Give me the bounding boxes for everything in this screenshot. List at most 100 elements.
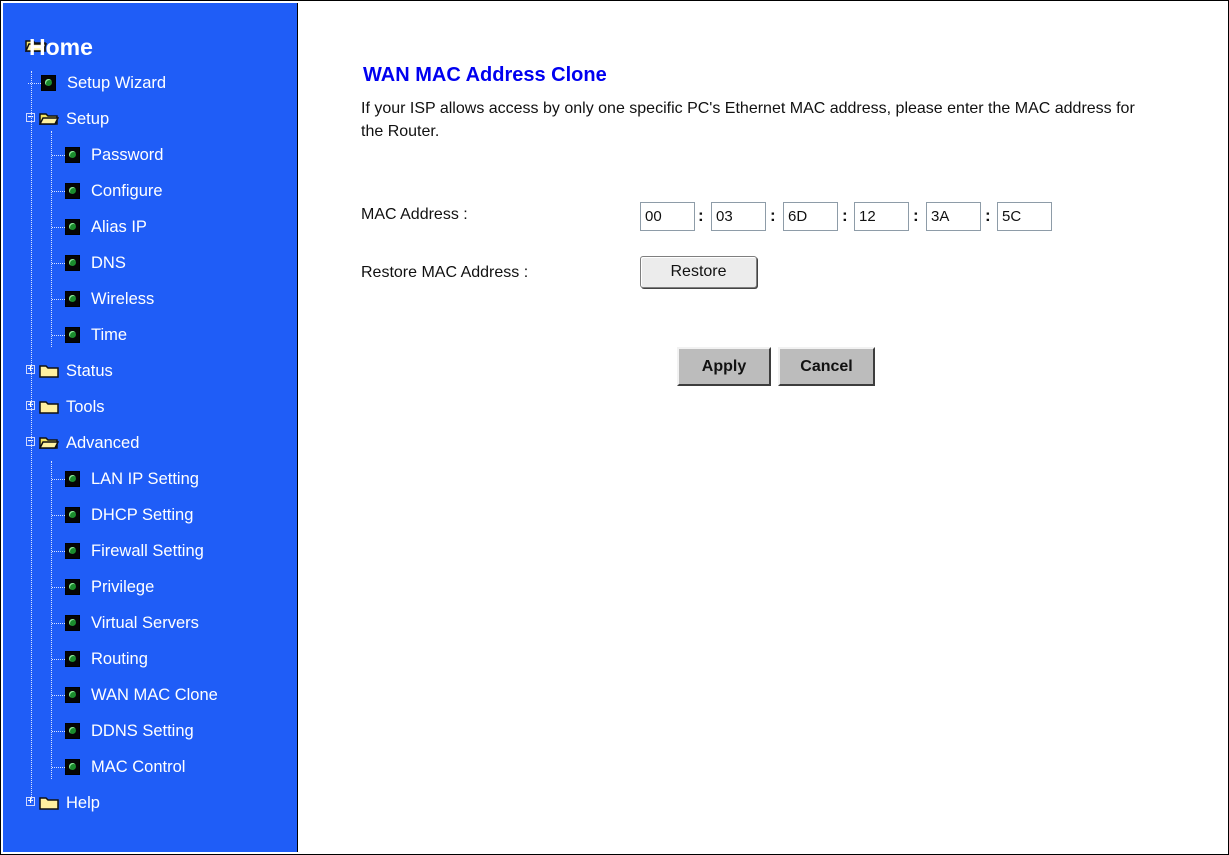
tree-connector <box>52 731 65 732</box>
nav-item-password[interactable]: Password <box>3 137 297 173</box>
tree-connector <box>52 479 65 480</box>
tree-connector <box>52 191 65 192</box>
nav-item-label: Help <box>66 794 100 812</box>
page-icon <box>65 507 80 523</box>
page-icon <box>65 147 80 163</box>
tree-connector <box>52 515 65 516</box>
tree-connector <box>52 155 65 156</box>
mac-octet-2[interactable] <box>711 202 766 231</box>
nav-item-routing[interactable]: Routing <box>3 641 297 677</box>
mac-separator: : <box>985 206 991 225</box>
nav-item-mac-control[interactable]: MAC Control <box>3 749 297 785</box>
tree-connector <box>52 263 65 264</box>
nav-item-wan-mac-clone[interactable]: WAN MAC Clone <box>3 677 297 713</box>
page-icon <box>65 723 80 739</box>
page-icon <box>65 579 80 595</box>
nav-item-label: Setup <box>66 110 110 128</box>
nav-item-label: MAC Control <box>91 758 186 776</box>
folder-icon <box>39 401 59 414</box>
page-icon <box>65 327 80 343</box>
nav-item-label: LAN IP Setting <box>91 470 199 488</box>
nav-item-firewall-setting[interactable]: Firewall Setting <box>3 533 297 569</box>
tree-connector <box>31 71 32 801</box>
nav-item-label: Status <box>66 362 113 380</box>
tree-connector <box>52 335 65 336</box>
nav-item-label: Configure <box>91 182 163 200</box>
navigation-sidebar: Home Setup Wizard − Setup Password Configure… <box>3 3 298 852</box>
nav-item-alias-ip[interactable]: Alias IP <box>3 209 297 245</box>
mac-octet-5[interactable] <box>926 202 981 231</box>
nav-item-dns[interactable]: DNS <box>3 245 297 281</box>
mac-octet-3[interactable] <box>783 202 838 231</box>
nav-item-label: Privilege <box>91 578 155 596</box>
page-icon <box>65 219 80 235</box>
nav-item-label: Password <box>91 146 164 164</box>
page-icon <box>65 183 80 199</box>
open-folder-icon <box>39 437 59 449</box>
tree-connector <box>52 767 65 768</box>
nav-item-lan-ip-setting[interactable]: LAN IP Setting <box>3 461 297 497</box>
mac-separator: : <box>698 206 704 225</box>
tree-connector <box>52 587 65 588</box>
tree-connector <box>28 83 41 84</box>
tree-connector <box>51 461 52 779</box>
nav-item-label: DNS <box>91 254 126 272</box>
mac-octet-1[interactable] <box>640 202 695 231</box>
page-description: If your ISP allows access by only one sp… <box>361 100 1135 140</box>
mac-address-label: MAC Address : <box>361 206 468 223</box>
page-title: WAN MAC Address Clone <box>363 64 607 86</box>
nav-item-status[interactable]: + Status <box>3 353 297 389</box>
nav-item-setup-wizard[interactable]: Setup Wizard <box>3 65 297 101</box>
cancel-button[interactable]: Cancel <box>778 347 875 386</box>
restore-button[interactable]: Restore <box>640 256 757 288</box>
home-link[interactable]: Home <box>29 32 93 62</box>
page-icon <box>65 471 80 487</box>
mac-octet-6[interactable] <box>997 202 1052 231</box>
mac-separator: : <box>770 206 776 225</box>
nav-item-privilege[interactable]: Privilege <box>3 569 297 605</box>
nav-item-setup[interactable]: − Setup <box>3 101 297 137</box>
nav-item-label: Tools <box>66 398 105 416</box>
nav-item-label: DHCP Setting <box>91 506 194 524</box>
page-icon <box>65 687 80 703</box>
tree-connector <box>52 227 65 228</box>
mac-separator: : <box>842 206 848 225</box>
nav-item-dhcp-setting[interactable]: DHCP Setting <box>3 497 297 533</box>
mac-octet-4[interactable] <box>854 202 909 231</box>
nav-item-virtual-servers[interactable]: Virtual Servers <box>3 605 297 641</box>
open-folder-icon <box>39 113 59 125</box>
page-icon <box>41 75 56 91</box>
page-icon <box>65 291 80 307</box>
nav-item-label: Wireless <box>91 290 155 308</box>
nav-item-configure[interactable]: Configure <box>3 173 297 209</box>
nav-item-label: Time <box>91 326 128 344</box>
folder-icon <box>39 365 59 378</box>
nav-item-wireless[interactable]: Wireless <box>3 281 297 317</box>
nav-item-label: DDNS Setting <box>91 722 194 740</box>
tree-connector <box>52 299 65 300</box>
nav-item-label: Alias IP <box>91 218 147 236</box>
nav-item-label: Advanced <box>66 434 140 452</box>
nav-item-label: Setup Wizard <box>67 74 167 92</box>
nav-item-time[interactable]: Time <box>3 317 297 353</box>
nav-item-ddns-setting[interactable]: DDNS Setting <box>3 713 297 749</box>
nav-item-label: WAN MAC Clone <box>91 686 218 704</box>
tree-connector <box>52 623 65 624</box>
page-icon <box>65 255 80 271</box>
nav-item-label: Virtual Servers <box>91 614 199 632</box>
nav-item-label: Routing <box>91 650 148 668</box>
tree-connector <box>52 659 65 660</box>
restore-mac-label: Restore MAC Address : <box>361 264 529 281</box>
folder-icon <box>39 797 59 810</box>
nav-item-tools[interactable]: + Tools <box>3 389 297 425</box>
page-icon <box>65 615 80 631</box>
page-icon <box>65 759 80 775</box>
tree-connector <box>51 131 52 347</box>
tree-connector <box>52 695 65 696</box>
mac-separator: : <box>913 206 919 225</box>
page-icon <box>65 543 80 559</box>
nav-item-advanced[interactable]: − Advanced <box>3 425 297 461</box>
nav-item-help[interactable]: + Help <box>3 785 297 821</box>
apply-button[interactable]: Apply <box>677 347 771 386</box>
page-icon <box>65 651 80 667</box>
